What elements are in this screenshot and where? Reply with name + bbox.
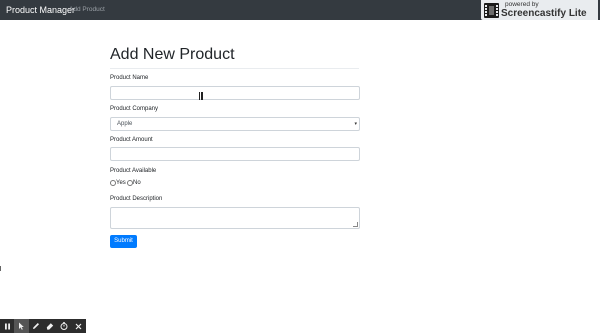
pointer-icon[interactable] <box>14 319 29 333</box>
product-amount-label: Product Amount <box>110 137 153 143</box>
timer-icon[interactable] <box>57 319 71 333</box>
close-icon[interactable] <box>72 319 86 333</box>
product-company-label: Product Company <box>110 106 159 112</box>
recording-toolbar <box>0 319 86 333</box>
nav-link-add-product[interactable]: Add Product <box>69 5 105 15</box>
pen-icon[interactable] <box>29 319 43 333</box>
film-icon <box>484 3 499 18</box>
submit-button[interactable]: Submit <box>110 235 137 248</box>
radio-yes-label[interactable]: Yes <box>116 179 126 187</box>
text-cursor-icon <box>199 92 203 100</box>
product-description-textarea[interactable] <box>110 207 360 229</box>
watermark-name: Screencastify Lite <box>501 8 587 19</box>
product-name-input[interactable] <box>110 86 360 100</box>
resize-grip-icon[interactable] <box>353 222 358 227</box>
chevron-down-icon: ▾ <box>354 121 357 127</box>
product-company-selected: Apple <box>117 121 133 127</box>
edge-marker <box>0 266 1 271</box>
screencastify-watermark: powered by Screencastify Lite <box>481 0 598 20</box>
page-title: Add New Product <box>110 46 235 63</box>
product-available-label: Product Available <box>110 168 157 174</box>
product-name-label: Product Name <box>110 75 149 81</box>
navbar-brand[interactable]: Product Manager <box>6 4 75 16</box>
watermark-powered-by: powered by <box>505 1 539 8</box>
pause-icon[interactable] <box>0 319 14 333</box>
product-description-label: Product Description <box>110 196 163 202</box>
radio-no-label[interactable]: No <box>133 179 141 187</box>
title-divider <box>110 68 359 69</box>
product-amount-input[interactable] <box>110 147 360 161</box>
product-company-select[interactable]: Apple ▾ <box>110 117 360 131</box>
eraser-icon[interactable] <box>43 319 57 333</box>
